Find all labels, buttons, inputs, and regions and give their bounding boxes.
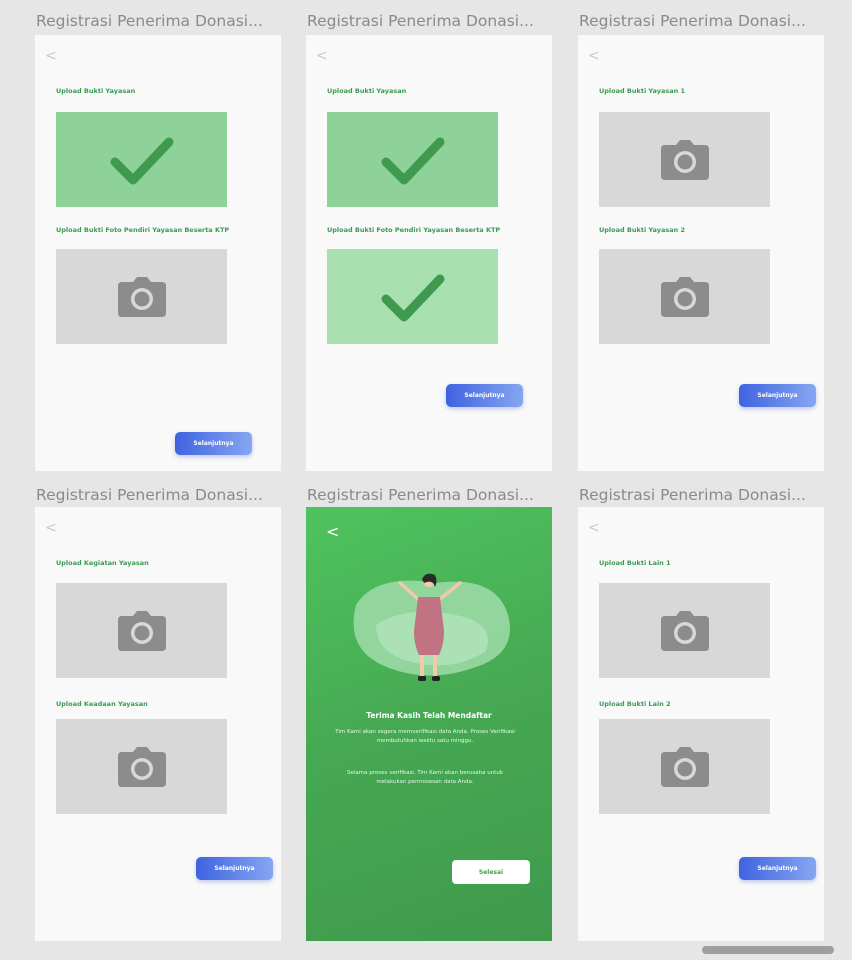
back-icon[interactable]: < (588, 521, 600, 535)
upload-box-done[interactable] (327, 249, 498, 344)
back-icon[interactable]: < (588, 49, 600, 63)
upload-box-done[interactable] (327, 112, 498, 207)
camera-icon (660, 746, 709, 787)
artboard-title-1: Registrasi Penerima Donasi... (36, 12, 263, 30)
screen-3: < Upload Bukti Yayasan 1 Upload Bukti Ya… (578, 35, 824, 471)
camera-icon (117, 610, 166, 651)
check-icon (110, 137, 173, 184)
next-button[interactable]: Selanjutnya (175, 432, 252, 455)
upload-label: Upload Bukti Lain 1 (599, 559, 671, 567)
upload-label: Upload Bukti Yayasan 1 (599, 87, 686, 95)
next-button[interactable]: Selanjutnya (446, 384, 523, 407)
back-icon[interactable]: < (45, 49, 57, 63)
back-icon[interactable]: < (45, 521, 57, 535)
upload-label: Upload Bukti Yayasan (327, 87, 407, 95)
camera-icon (660, 610, 709, 651)
upload-label: Upload Kegiatan Yayasan (56, 559, 149, 567)
upload-box-empty[interactable] (599, 719, 770, 814)
check-icon (381, 274, 444, 321)
upload-label: Upload Bukti Foto Pendiri Yayasan Besert… (56, 226, 230, 234)
next-button[interactable]: Selanjutnya (739, 857, 816, 880)
artboard-title-6: Registrasi Penerima Donasi... (579, 486, 806, 504)
upload-label: Upload Keadaan Yayasan (56, 700, 148, 708)
check-icon (381, 137, 444, 184)
artboard-title-3: Registrasi Penerima Donasi... (579, 12, 806, 30)
upload-box-empty[interactable] (599, 249, 770, 344)
upload-label: Upload Bukti Foto Pendiri Yayasan Besert… (327, 226, 501, 234)
done-button[interactable]: Selesai (452, 860, 530, 884)
camera-icon (117, 746, 166, 787)
camera-icon (660, 276, 709, 317)
upload-label: Upload Bukti Yayasan 2 (599, 226, 686, 234)
screen-6: < Upload Bukti Lain 1 Upload Bukti Lain … (578, 507, 824, 941)
artboard-title-2: Registrasi Penerima Donasi... (307, 12, 534, 30)
back-icon[interactable]: < (316, 49, 328, 63)
camera-icon (660, 139, 709, 180)
back-icon[interactable]: < (326, 524, 339, 540)
next-button[interactable]: Selanjutnya (196, 857, 273, 880)
upload-box-empty[interactable] (599, 112, 770, 207)
artboard-title-4: Registrasi Penerima Donasi... (36, 486, 263, 504)
upload-box-empty[interactable] (56, 583, 227, 678)
screen-4: < Upload Kegiatan Yayasan Upload Keadaan… (35, 507, 281, 941)
screen-2: < Upload Bukti Yayasan Upload Bukti Foto… (306, 35, 552, 471)
screen-1: < Upload Bukti Yayasan Upload Bukti Foto… (35, 35, 281, 471)
upload-box-empty[interactable] (599, 583, 770, 678)
horizontal-scrollbar[interactable] (702, 946, 834, 954)
upload-box-empty[interactable] (56, 249, 227, 344)
artboard-title-5: Registrasi Penerima Donasi... (307, 486, 534, 504)
upload-label: Upload Bukti Lain 2 (599, 700, 671, 708)
woman-illustration (353, 573, 510, 681)
success-body-1: Tim Kami akan segera memverifikasi data … (335, 729, 515, 744)
camera-icon (117, 276, 166, 317)
upload-label: Upload Bukti Yayasan (56, 87, 136, 95)
success-title: Terima Kasih Telah Mendaftar (366, 711, 492, 720)
upload-box-empty[interactable] (56, 719, 227, 814)
upload-box-done[interactable] (56, 112, 227, 207)
next-button[interactable]: Selanjutnya (739, 384, 816, 407)
success-body-2: Selama proses verifikasi, Tim Kami akan … (346, 770, 503, 785)
screen-5-success: < Terima Kasih Telah Mendaftar Tim Kami … (306, 507, 552, 941)
